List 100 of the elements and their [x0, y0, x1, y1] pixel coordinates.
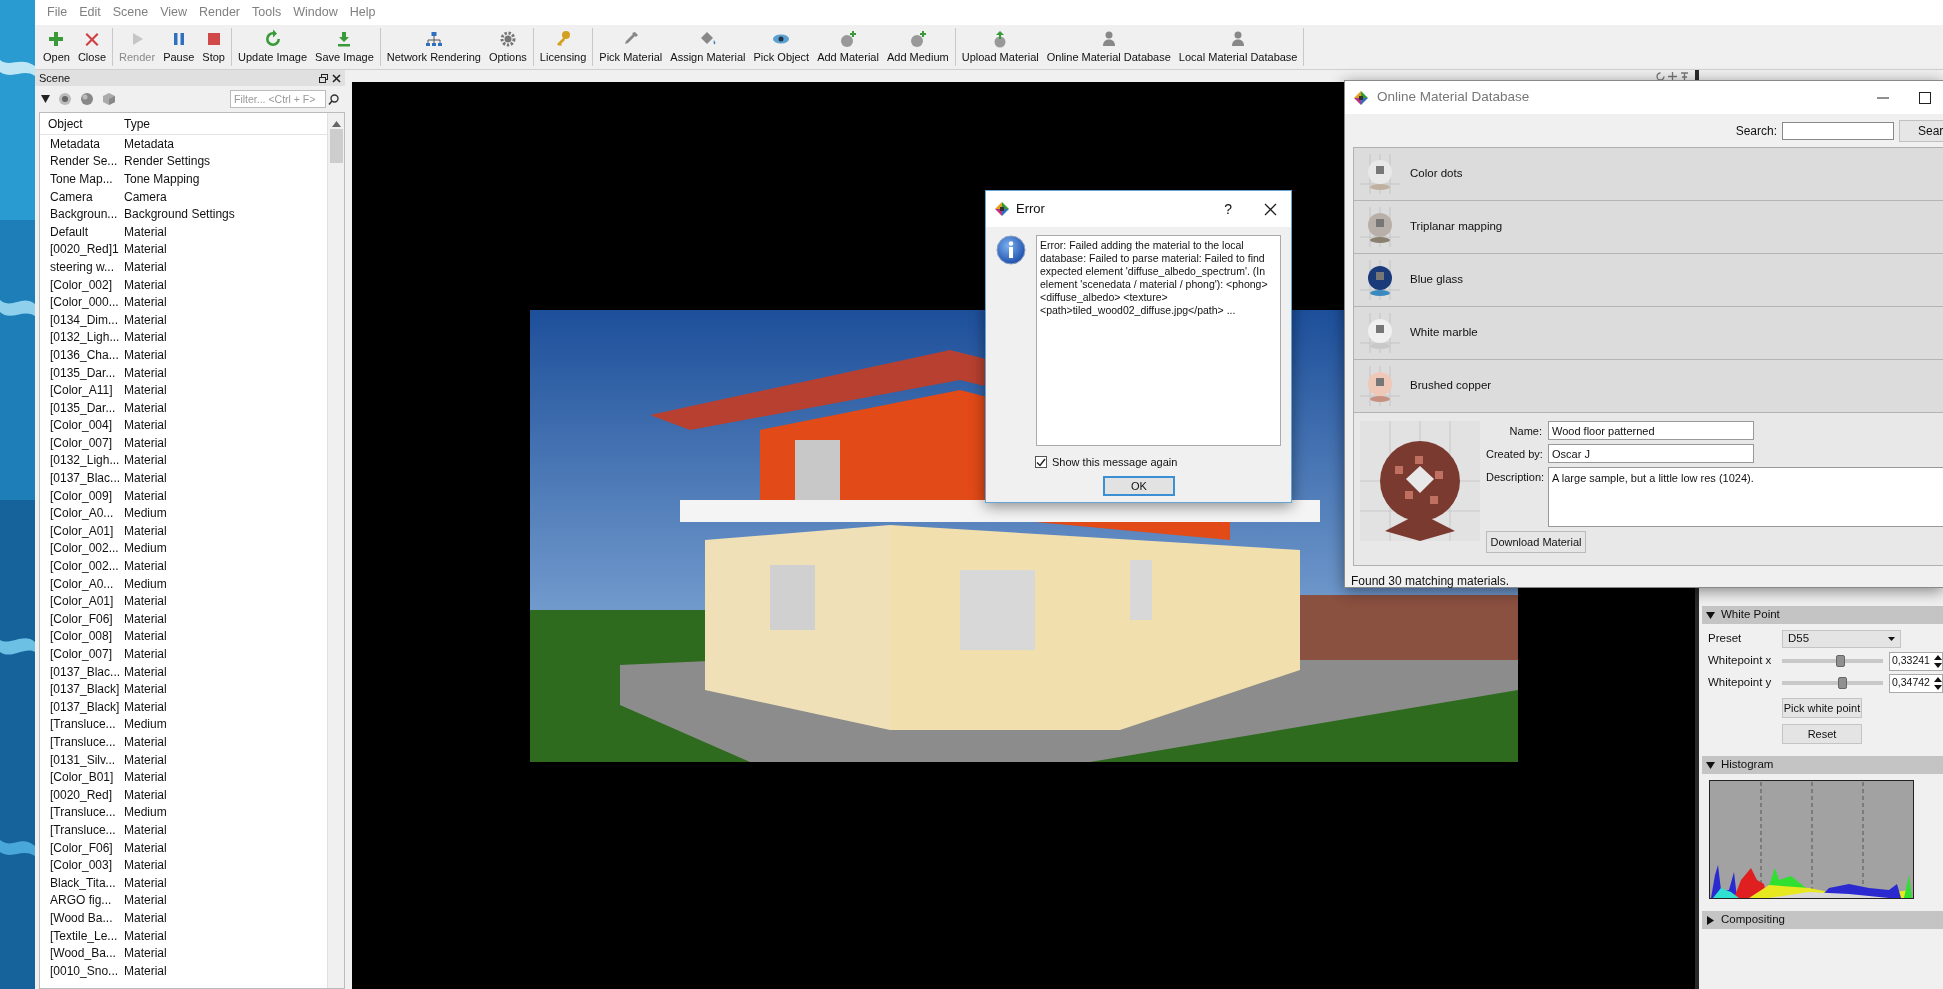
- search-icon[interactable]: [328, 93, 339, 105]
- table-cell-text: Material: [123, 698, 167, 716]
- toolbar-button[interactable]: Close: [73, 28, 111, 66]
- table-cell-text: Material: [123, 558, 167, 576]
- toolbar-button[interactable]: Online Material Database: [1042, 28, 1175, 66]
- table-cell-text: [Color_002...: [49, 540, 120, 558]
- material-item[interactable]: Blue glass: [1354, 254, 1943, 307]
- menu-item[interactable]: Window: [287, 3, 344, 22]
- sphere-icon[interactable]: [80, 92, 94, 106]
- close-icon[interactable]: [332, 73, 341, 83]
- toolbar-button[interactable]: Update Image: [233, 28, 312, 66]
- toolbar-button[interactable]: Pick Object: [749, 28, 814, 66]
- table-cell-text: Material: [123, 734, 167, 751]
- toolbar-button[interactable]: Add Medium: [882, 28, 953, 66]
- table-cell-text: [Transluce...: [49, 821, 117, 839]
- toolbar-button[interactable]: Assign Material: [666, 28, 750, 66]
- preset-dropdown[interactable]: D55: [1782, 630, 1901, 648]
- table-cell-text: [Color_002]: [49, 276, 114, 294]
- slider-thumb[interactable]: [1835, 655, 1845, 667]
- material-item[interactable]: White marble: [1354, 307, 1943, 360]
- toolbar-button[interactable]: Network Rendering: [382, 28, 485, 66]
- material-item[interactable]: Color dots: [1354, 148, 1943, 201]
- search-field[interactable]: [1782, 121, 1894, 140]
- close-icon[interactable]: [1264, 202, 1277, 216]
- number-field[interactable]: 0,33241: [1889, 651, 1943, 671]
- table-cell-text: Material: [123, 646, 167, 663]
- slider-thumb[interactable]: [1837, 677, 1847, 689]
- table-cell-text: [Color_A11]: [49, 382, 114, 400]
- network-icon: [423, 29, 444, 49]
- push-button[interactable]: Pick white point: [1782, 698, 1862, 718]
- section-header[interactable]: Histogram: [1702, 756, 1943, 774]
- search-button[interactable]: Sear: [1899, 119, 1943, 142]
- table-cell-text: Render Settings: [123, 153, 211, 171]
- table-cell-text: Material: [123, 593, 167, 611]
- column-header[interactable]: Object: [40, 114, 120, 133]
- table-cell-text: Material: [123, 909, 167, 927]
- column-header[interactable]: Type: [120, 114, 150, 133]
- menu-item[interactable]: Help: [343, 3, 382, 22]
- table-cell-text: Material: [123, 927, 167, 945]
- help-button[interactable]: ?: [1224, 198, 1232, 220]
- toolbar-button[interactable]: Pause: [159, 28, 199, 66]
- scroll-up-icon[interactable]: [331, 121, 341, 127]
- table-cell-text: [0134_Dim...: [49, 311, 120, 329]
- maximize-icon[interactable]: [1919, 91, 1931, 104]
- caret-icon: [1888, 637, 1895, 641]
- toolbar-button[interactable]: Upload Material: [957, 28, 1043, 66]
- material-item[interactable]: Triplanar mapping: [1354, 201, 1943, 254]
- table-cell-text: Background Settings: [123, 206, 235, 224]
- spinner-icon[interactable]: [1934, 654, 1942, 668]
- table-cell-text: [0020_Red]: [49, 786, 114, 804]
- cube-icon[interactable]: [102, 92, 116, 106]
- table-cell-text: Tone Mapping: [123, 171, 200, 188]
- toolbar-button[interactable]: Stop: [198, 28, 229, 66]
- filter-field[interactable]: Filter... <Ctrl + F>: [230, 90, 326, 108]
- table-cell-text: [0137_Black]: [49, 698, 120, 716]
- table-cell-text: Material: [123, 329, 167, 347]
- histogram-area: [1713, 888, 1739, 898]
- menu-item[interactable]: Tools: [246, 3, 288, 22]
- table-cell-text: [0131_Silv...: [49, 751, 117, 769]
- name-field[interactable]: Wood floor patterned: [1548, 421, 1754, 440]
- scrollbar[interactable]: [327, 113, 344, 988]
- number-field[interactable]: 0,34742: [1889, 673, 1943, 693]
- description-field[interactable]: A large sample, but a little low res (1024).: [1548, 467, 1943, 527]
- menu-item[interactable]: View: [154, 3, 194, 22]
- table-cell-text: [0135_Dar...: [49, 399, 117, 417]
- toolbar-button[interactable]: Local Material Database: [1174, 28, 1302, 66]
- push-button[interactable]: Reset: [1782, 724, 1862, 744]
- table-cell-text: [Wood_Ba...: [49, 945, 117, 963]
- info-icon: [996, 235, 1026, 265]
- menu-item[interactable]: Edit: [73, 3, 107, 22]
- creator-field[interactable]: Oscar J: [1548, 444, 1754, 463]
- table-cell-text: Default: [49, 223, 90, 241]
- float-icon[interactable]: [319, 73, 328, 83]
- target-icon[interactable]: [58, 92, 72, 106]
- section-header[interactable]: White Point: [1702, 606, 1943, 624]
- scrollbar-thumb[interactable]: [329, 129, 343, 163]
- table-cell-text: [Color_A0...: [49, 575, 115, 593]
- table-cell-text: [Color_003]: [49, 857, 114, 875]
- menu-item[interactable]: Render: [193, 3, 247, 22]
- sphere-plus-icon: [838, 29, 859, 49]
- toolbar-button[interactable]: Open: [39, 28, 74, 66]
- toolbar-button[interactable]: Add Material: [813, 28, 883, 66]
- table-cell-text: Medium: [123, 575, 167, 593]
- menu-item[interactable]: File: [41, 3, 74, 22]
- table-cell-text: Material: [123, 434, 167, 452]
- menu-item[interactable]: Scene: [106, 3, 155, 22]
- toolbar-button[interactable]: Save Image: [311, 28, 378, 66]
- field-label: Whitepoint y: [1708, 675, 1773, 691]
- toolbar-button[interactable]: Licensing: [535, 28, 591, 66]
- pin-icon[interactable]: [1680, 71, 1689, 81]
- refresh-icon[interactable]: [1656, 71, 1665, 81]
- section-header[interactable]: Compositing: [1702, 911, 1943, 929]
- caret-icon[interactable]: [41, 95, 50, 103]
- toolbar-button[interactable]: Options: [484, 28, 531, 66]
- table-cell-text: Medium: [123, 804, 167, 822]
- toolbar-button[interactable]: Pick Material: [595, 28, 667, 66]
- spinner-icon[interactable]: [1934, 676, 1942, 690]
- material-item[interactable]: Brushed copper: [1354, 360, 1943, 413]
- table-cell-text: [0137_Black]: [49, 681, 120, 699]
- table-cell-text: Material: [123, 892, 167, 910]
